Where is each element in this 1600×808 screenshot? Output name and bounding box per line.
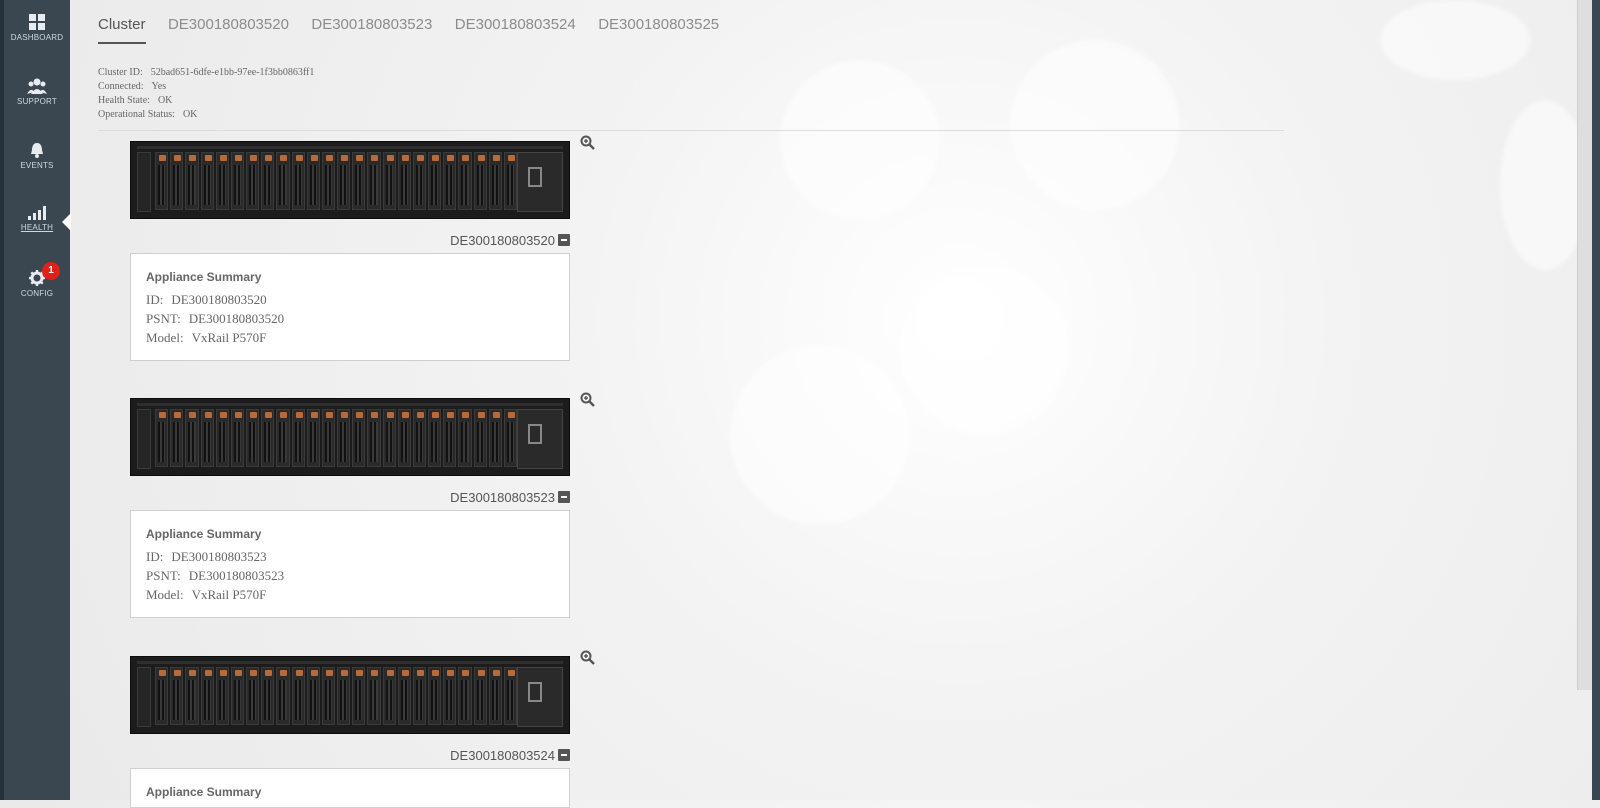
sidebar-item-events[interactable]: EVENTS (4, 142, 70, 170)
background-bokeh (900, 265, 1070, 435)
sidebar-item-dashboard[interactable]: DASHBOARD (4, 14, 70, 42)
sidebar-item-support[interactable]: SUPPORT (4, 78, 70, 106)
collapse-icon[interactable] (558, 491, 570, 503)
sidebar-item-label: SUPPORT (17, 97, 57, 106)
id-value: DE300180803523 (171, 549, 267, 564)
sidebar-item-health[interactable]: HEALTH (4, 206, 70, 232)
window-border (1592, 0, 1600, 800)
id-value: DE300180803520 (171, 292, 267, 307)
psnt-value: DE300180803523 (188, 568, 285, 583)
notification-badge: 1 (42, 262, 60, 280)
background-bokeh (730, 345, 910, 525)
tab-cluster[interactable]: Cluster (98, 16, 146, 44)
tab-node[interactable]: DE300180803525 (598, 16, 719, 42)
active-indicator (62, 213, 71, 231)
sidebar-item-label: CONFIG (20, 289, 54, 298)
cluster-info: Cluster ID: 52bad651-6dfe-e1bb-97ee-1f3bb… (98, 66, 314, 122)
background-bokeh (1010, 40, 1180, 210)
background-bokeh (780, 60, 940, 220)
appliance-summary-card: Appliance Summary (130, 768, 570, 808)
model-label: Model: (146, 587, 184, 602)
model-value: VxRail P570F (191, 587, 267, 602)
server-chassis-image (130, 398, 570, 476)
psnt-label: PSNT: (146, 568, 181, 583)
bell-icon (31, 143, 43, 158)
id-label: ID: (146, 292, 164, 307)
appliance-summary-card: Appliance Summary ID: DE300180803523 PSNT… (130, 510, 570, 618)
tab-node[interactable]: DE300180803524 (455, 16, 576, 42)
tab-node[interactable]: DE300180803520 (168, 16, 289, 42)
operational-status-value: OK (182, 109, 198, 120)
server-chassis-image (130, 141, 570, 219)
zoom-in-icon[interactable] (580, 392, 596, 408)
model-value: VxRail P570F (191, 330, 267, 345)
appliance-summary-card: Appliance Summary ID: DE300180803520 PSNT… (130, 253, 570, 361)
sidebar: DASHBOARD SUPPORT EVENTS HEALTH 1 CONFIG (0, 0, 70, 800)
cluster-id-value: 52bad651-6dfe-e1bb-97ee-1f3bb0863ff1 (150, 67, 315, 78)
vertical-scrollbar[interactable] (1577, 0, 1592, 690)
divider (98, 130, 1284, 131)
collapse-icon[interactable] (558, 749, 570, 761)
sidebar-item-label: DASHBOARD (10, 33, 64, 42)
node-id-toggle[interactable]: DE300180803523 (450, 490, 570, 505)
zoom-in-icon[interactable] (580, 135, 596, 151)
sidebar-item-config[interactable]: 1 CONFIG (4, 262, 70, 298)
zoom-in-icon[interactable] (580, 650, 596, 666)
node-id-label: DE300180803524 (450, 748, 555, 763)
id-label: ID: (146, 549, 164, 564)
health-bars-icon (28, 206, 46, 220)
psnt-label: PSNT: (146, 311, 181, 326)
support-icon (27, 78, 47, 94)
node-id-label: DE300180803520 (450, 233, 555, 248)
connected-label: Connected: (98, 81, 144, 92)
cluster-id-label: Cluster ID: (98, 67, 143, 78)
model-label: Model: (146, 330, 184, 345)
connected-value: Yes (151, 81, 167, 92)
tab-node[interactable]: DE300180803523 (311, 16, 432, 42)
background-bokeh (1380, 0, 1530, 80)
node-tabs: Cluster DE300180803520 DE300180803523 DE… (98, 16, 737, 46)
operational-status-label: Operational Status: (98, 109, 175, 120)
summary-title: Appliance Summary (146, 270, 262, 284)
sidebar-item-label: EVENTS (20, 161, 54, 170)
summary-title: Appliance Summary (146, 785, 262, 799)
node-id-label: DE300180803523 (450, 490, 555, 505)
sidebar-item-label: HEALTH (20, 223, 54, 232)
collapse-icon[interactable] (558, 234, 570, 246)
psnt-value: DE300180803520 (188, 311, 285, 326)
server-chassis-image (130, 656, 570, 734)
health-state-value: OK (157, 95, 173, 106)
node-id-toggle[interactable]: DE300180803520 (450, 233, 570, 248)
node-id-toggle[interactable]: DE300180803524 (450, 748, 570, 763)
health-state-label: Health State: (98, 95, 150, 106)
dashboard-icon (29, 14, 45, 30)
summary-title: Appliance Summary (146, 527, 262, 541)
